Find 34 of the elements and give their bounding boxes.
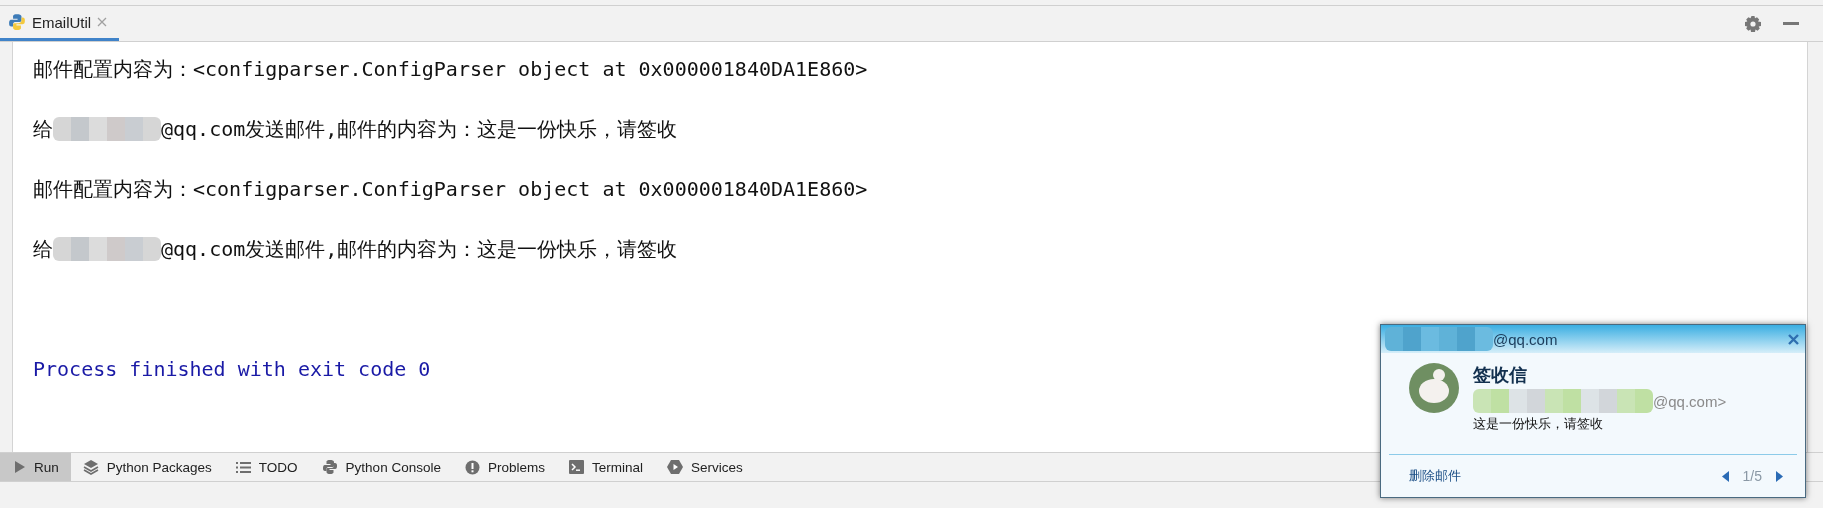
tool-window-tab[interactable]: Services	[654, 453, 755, 481]
delete-mail-link[interactable]: 删除邮件	[1409, 467, 1461, 485]
close-icon[interactable]	[1788, 333, 1799, 345]
console-line: Process finished with exit code 0	[33, 356, 431, 383]
sender-address: @qq.com>	[1653, 392, 1727, 410]
console-text: @qq.com发送邮件,邮件的内容为：这是一份快乐，请签收	[161, 236, 678, 263]
python-file-icon	[8, 13, 26, 31]
tool-window-tab[interactable]: TODO	[223, 453, 310, 481]
list-icon	[235, 460, 251, 474]
mail-subject: 签收信	[1473, 363, 1528, 387]
page-counter: 1/5	[1742, 468, 1762, 484]
next-icon[interactable]	[1776, 470, 1783, 482]
previous-icon[interactable]	[1721, 470, 1729, 482]
avatar-icon	[1409, 363, 1459, 413]
tool-window-tab[interactable]: Run	[0, 453, 71, 481]
tool-window-tab[interactable]: Terminal	[556, 453, 655, 481]
terminal-icon	[568, 460, 584, 474]
console-text: @qq.com发送邮件,邮件的内容为：这是一份快乐，请签收	[161, 116, 678, 143]
run-icon	[12, 460, 26, 474]
console-text: 给	[33, 236, 53, 263]
console-line: 邮件配置内容为：<configparser.ConfigParser object at 0x000001840DA1E860>	[33, 176, 868, 203]
services-icon	[666, 459, 683, 475]
tool-window-tab[interactable]: Python Console	[309, 453, 453, 481]
layers-icon	[82, 459, 99, 475]
tool-window-tab[interactable]: Python Packages	[70, 453, 224, 481]
python-icon	[321, 459, 338, 475]
alert-icon	[464, 459, 480, 475]
tool-window-tab[interactable]: Problems	[452, 453, 557, 481]
mail-preview: 这是一份快乐，请签收	[1473, 415, 1604, 433]
close-icon[interactable]	[97, 17, 108, 27]
account-address: @qq.com	[1493, 330, 1558, 348]
console-text: 给	[33, 116, 53, 143]
settings-icon[interactable]	[1745, 15, 1761, 32]
console-line: 邮件配置内容为：<configparser.ConfigParser object at 0x000001840DA1E860>	[33, 56, 868, 83]
